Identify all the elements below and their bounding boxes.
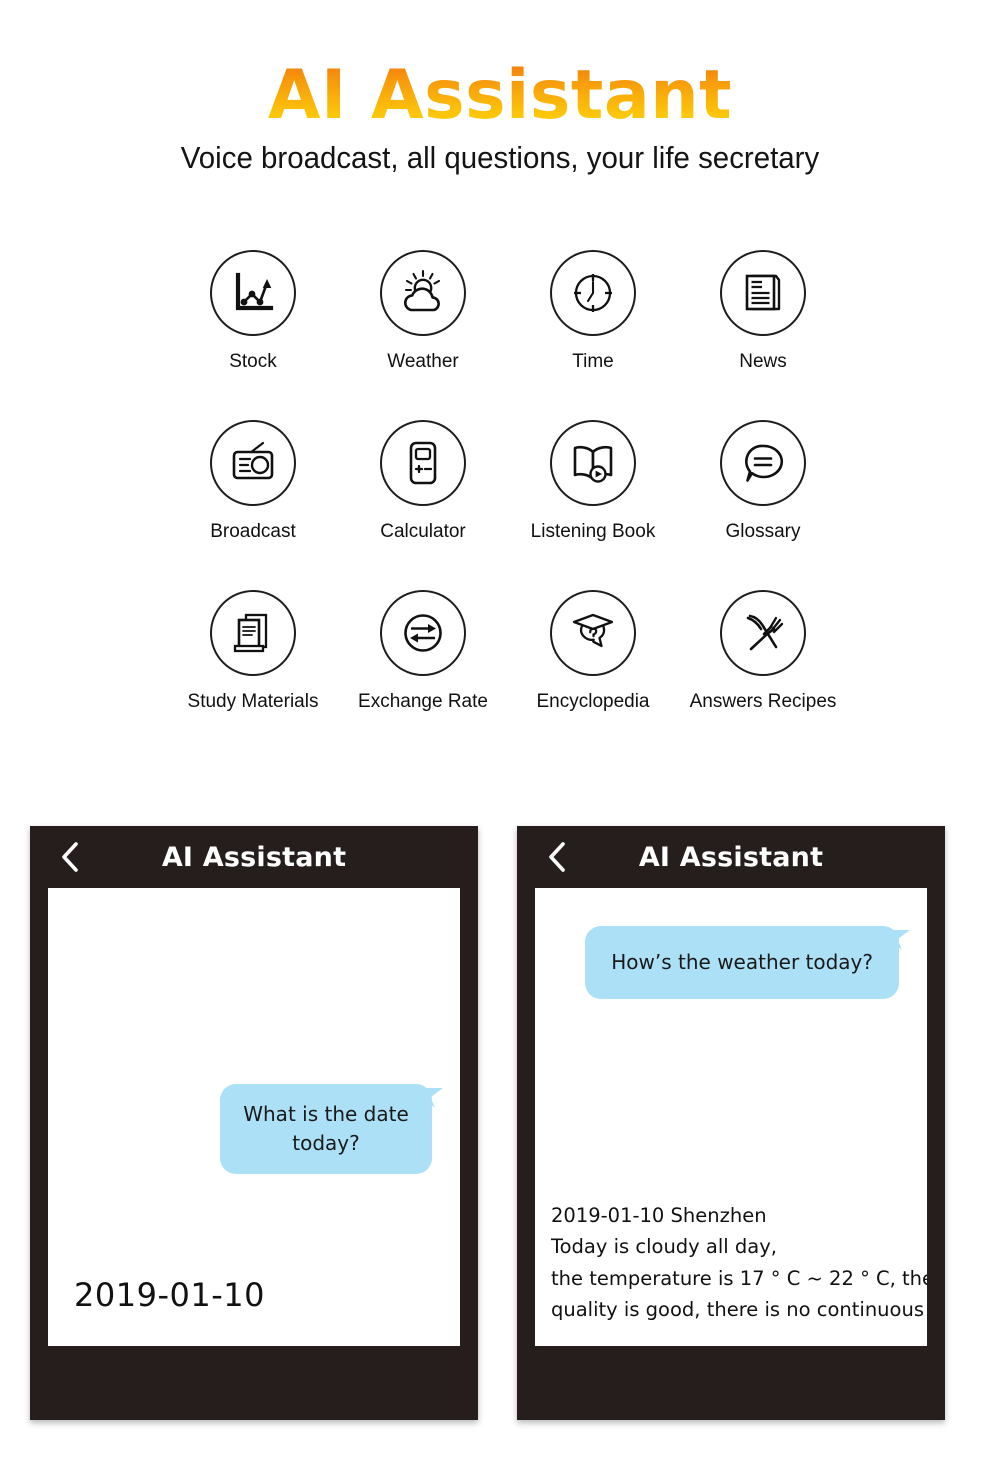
assistant-answer-weather: 2019-01-10 Shenzhen Today is cloudy all … bbox=[551, 1200, 927, 1326]
feature-item-listening-book[interactable]: Listening Book bbox=[508, 420, 678, 590]
phone-screen: What is the date today? 2019-01-10 bbox=[48, 888, 460, 1346]
feature-label: Calculator bbox=[380, 521, 466, 542]
feature-label: Exchange Rate bbox=[358, 691, 488, 712]
chat-bubble-line: today? bbox=[292, 1131, 360, 1155]
feature-grid: Stock Weather Time News Broadcast Calcul… bbox=[168, 250, 848, 760]
feature-item-glossary[interactable]: Glossary bbox=[678, 420, 848, 590]
feature-item-answers-recipes[interactable]: Answers Recipes bbox=[678, 590, 848, 760]
exchange-arrows-icon bbox=[380, 590, 466, 676]
page-title: AI Assistant bbox=[0, 0, 1000, 130]
feature-label: Glossary bbox=[725, 521, 801, 542]
chat-bubble[interactable]: What is the date today? bbox=[220, 1084, 432, 1174]
phone-title: AI Assistant bbox=[638, 841, 824, 873]
feature-item-news[interactable]: News bbox=[678, 250, 848, 420]
newspaper-icon bbox=[720, 250, 806, 336]
chat-message-user: How’s the weather today? bbox=[535, 926, 899, 999]
phone-title-bar: AI Assistant bbox=[517, 826, 945, 888]
feature-item-study-materials[interactable]: Study Materials bbox=[168, 590, 338, 760]
book-play-icon bbox=[550, 420, 636, 506]
chat-message-user: What is the date today? bbox=[48, 1084, 432, 1174]
feature-label: Listening Book bbox=[530, 521, 656, 542]
feature-row: Broadcast Calculator Listening Book Glos… bbox=[168, 420, 848, 590]
assistant-answer-line: the temperature is 17 ° C ~ 22 ° C, the … bbox=[551, 1266, 927, 1290]
calculator-icon bbox=[380, 420, 466, 506]
assistant-answer-line: Today is cloudy all day, bbox=[551, 1235, 777, 1259]
graduation-question-icon bbox=[550, 590, 636, 676]
feature-row: Stock Weather Time News bbox=[168, 250, 848, 420]
radio-icon bbox=[210, 420, 296, 506]
feature-item-time[interactable]: Time bbox=[508, 250, 678, 420]
sun-cloud-icon bbox=[380, 250, 466, 336]
chat-bubble[interactable]: How’s the weather today? bbox=[585, 926, 899, 999]
feature-item-stock[interactable]: Stock bbox=[168, 250, 338, 420]
phone-title: AI Assistant bbox=[161, 841, 347, 873]
phone-screen: How’s the weather today? 2019-01-10 Shen… bbox=[535, 888, 927, 1346]
feature-label: Weather bbox=[387, 351, 459, 372]
phone-mockup-weather: AI Assistant How’s the weather today? 20… bbox=[517, 826, 945, 1420]
feature-item-broadcast[interactable]: Broadcast bbox=[168, 420, 338, 590]
fork-knife-icon bbox=[720, 590, 806, 676]
phone-mockup-date: AI Assistant What is the date today? 201… bbox=[30, 826, 478, 1420]
feature-row: Study Materials Exchange Rate Encycloped… bbox=[168, 590, 848, 760]
feature-item-encyclopedia[interactable]: Encyclopedia bbox=[508, 590, 678, 760]
feature-label: Time bbox=[572, 351, 614, 372]
feature-label: Encyclopedia bbox=[536, 691, 650, 712]
feature-label: News bbox=[739, 351, 787, 372]
feature-item-calculator[interactable]: Calculator bbox=[338, 420, 508, 590]
assistant-answer-line: 2019-01-10 Shenzhen bbox=[551, 1203, 767, 1227]
chat-bubble-line: How’s the weather today? bbox=[611, 950, 873, 974]
documents-icon bbox=[210, 590, 296, 676]
clock-icon bbox=[550, 250, 636, 336]
hero-section: AI Assistant Voice broadcast, all questi… bbox=[0, 0, 1000, 176]
assistant-answer-date: 2019-01-10 bbox=[74, 1276, 265, 1314]
speech-bubble-equals-icon bbox=[720, 420, 806, 506]
assistant-answer-line: quality is good, there is no continuous … bbox=[551, 1298, 927, 1322]
chat-bubble-line: What is the date bbox=[243, 1102, 409, 1126]
feature-item-weather[interactable]: Weather bbox=[338, 250, 508, 420]
stock-chart-icon bbox=[210, 250, 296, 336]
feature-label: Stock bbox=[229, 351, 277, 372]
feature-item-exchange-rate[interactable]: Exchange Rate bbox=[338, 590, 508, 760]
chevron-left-icon[interactable] bbox=[547, 841, 567, 873]
feature-label: Broadcast bbox=[210, 521, 296, 542]
feature-label: Study Materials bbox=[187, 691, 319, 712]
feature-label: Answers Recipes bbox=[689, 691, 837, 712]
phone-title-bar: AI Assistant bbox=[30, 826, 478, 888]
chevron-left-icon[interactable] bbox=[60, 841, 80, 873]
page-subtitle: Voice broadcast, all questions, your lif… bbox=[180, 140, 820, 175]
